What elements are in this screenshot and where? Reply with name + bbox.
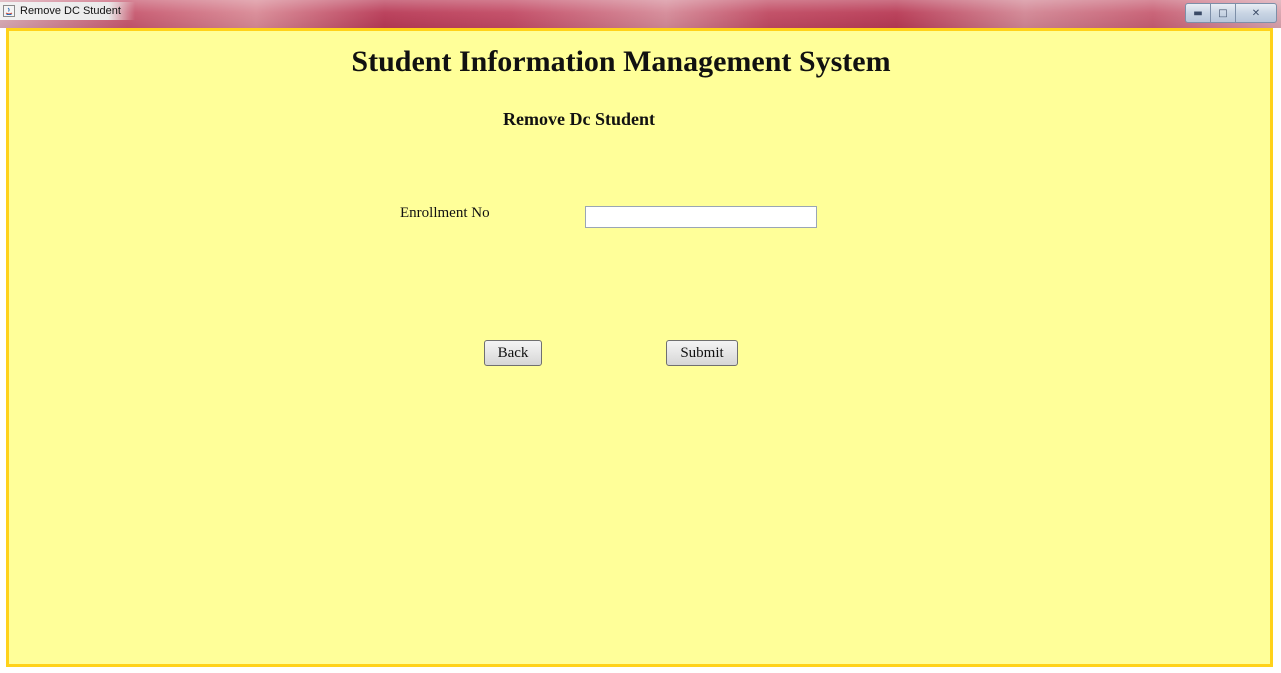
- maximize-icon: □: [1218, 7, 1228, 19]
- title-bar-gloss: [0, 0, 1281, 28]
- content-panel: Student Information Management System Re…: [6, 28, 1273, 667]
- application-window: Remove DC Student ▬ □ ✕ Student Informat…: [0, 0, 1281, 673]
- page-subtitle: Remove Dc Student: [503, 109, 655, 129]
- minimize-icon: ▬: [1193, 7, 1203, 19]
- close-button[interactable]: ✕: [1235, 3, 1277, 23]
- submit-button[interactable]: Submit: [666, 340, 738, 366]
- minimize-button[interactable]: ▬: [1185, 3, 1211, 23]
- java-app-icon: [3, 5, 15, 17]
- window-title: Remove DC Student: [20, 5, 121, 17]
- title-bar-label-area: Remove DC Student: [0, 2, 135, 20]
- page-title: Student Information Management System: [351, 45, 891, 78]
- window-controls: ▬ □ ✕: [1185, 3, 1277, 23]
- back-button[interactable]: Back: [484, 340, 542, 366]
- close-icon: ✕: [1251, 7, 1261, 19]
- maximize-button[interactable]: □: [1210, 3, 1236, 23]
- title-bar[interactable]: Remove DC Student ▬ □ ✕: [0, 0, 1281, 28]
- window-frame: Student Information Management System Re…: [0, 28, 1281, 673]
- enrollment-input[interactable]: [585, 206, 817, 228]
- enrollment-label: Enrollment No: [400, 205, 490, 221]
